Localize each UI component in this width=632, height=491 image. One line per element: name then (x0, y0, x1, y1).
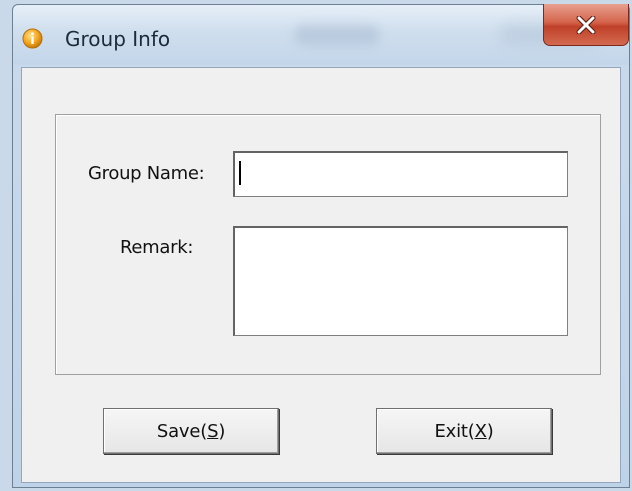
remark-label: Remark: (120, 237, 194, 258)
dialog-window: Group Info Group Name: Remark: Save(S) E… (12, 4, 630, 488)
title-bar[interactable]: Group Info (13, 4, 629, 65)
remark-textarea[interactable] (233, 226, 568, 336)
group-name-label: Group Name: (88, 163, 205, 184)
dialog-client-area: Group Name: Remark: Save(S) Exit(X) (21, 67, 621, 483)
text-caret (239, 161, 241, 185)
window-title: Group Info (65, 27, 171, 51)
form-groupbox: Group Name: Remark: (55, 114, 601, 375)
close-icon (576, 15, 596, 34)
save-button[interactable]: Save(S) (103, 408, 279, 454)
close-button[interactable] (543, 4, 629, 46)
exit-button[interactable]: Exit(X) (376, 408, 552, 454)
group-name-input[interactable] (233, 151, 568, 197)
info-icon (22, 28, 43, 49)
